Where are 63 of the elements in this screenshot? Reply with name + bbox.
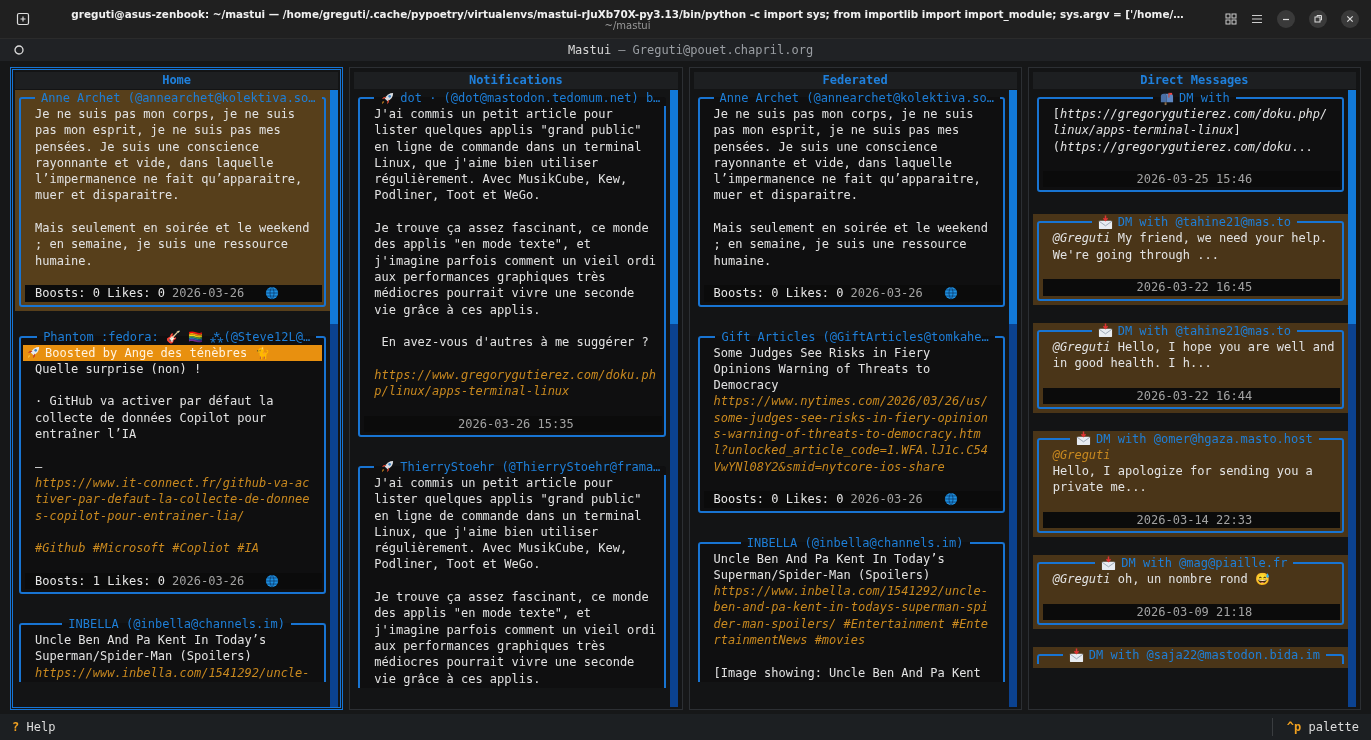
post-date: 2026-03-22 16:44 [1136, 387, 1253, 404]
post-row[interactable]: DM with @omer@hgaza.masto.host @Greguti Hello, I apologize for sending you a private me... 2026-03-14 22:33 [1032, 430, 1348, 538]
post-row[interactable]: DM with @tahine21@mas.to @Greguti Hello, I hope you are well and in good health. I h... 2026-03-22 16:44 [1032, 322, 1348, 413]
help-button[interactable]: ? Help [8, 718, 60, 736]
post-text: Je ne suis pas mon corps, je ne suis pas mon esprit, je ne suis pas mes pensées. Je suis une conscience rayonnante et vide, dans laquelle l’impermanence ne fait qu’apparaitre, muer et disparaitre. [35, 106, 304, 204]
post-row[interactable]: DM with [https://gregorygutierez.com/doku.php/linux/apps-terminal-linux](https://gregorygutierez.com/doku... 2026-03-25 15:46 [1032, 90, 1348, 197]
scrollbar-thumb[interactable] [330, 90, 339, 325]
window-title: greguti@asus-zenbook: ~/mastui — /home/greguti/.cache/pypoetry/virtualenvs/mastui-rJuXb70X-py3.13/bin/python -c import sys; from importlib import import_module; sys.argv = ['/home/… [71, 7, 1184, 20]
post-text: @Greguti My friend, we need your help. We're going through ... [1052, 230, 1329, 264]
timeline-column[interactable] [1027, 67, 1361, 710]
column-title: Direct Messages [1032, 72, 1356, 89]
account-name: Greguti@pouet.chapril.org [632, 43, 814, 57]
post-row[interactable]: DM with @mag@piaille.fr @Greguti oh, un nombre rond 😅 2026-03-09 21:18 [1032, 555, 1348, 630]
scrollbar[interactable] [330, 90, 339, 707]
envelope-icon [1101, 555, 1117, 571]
envelope-icon [1068, 647, 1084, 663]
scrollbar-thumb[interactable] [1348, 90, 1356, 325]
scrollbar-thumb[interactable] [669, 90, 678, 325]
post-date: 2026-03-22 16:45 [1136, 279, 1253, 296]
post-text: Mais seulement en soirée et le weekend ; en semaine, je suis une ressource humaine. [35, 220, 310, 269]
envelope-icon [1097, 215, 1113, 230]
scrollbar[interactable] [669, 90, 678, 707]
post-author[interactable]: DM with @tahine21@mas.to [1117, 214, 1292, 231]
post-text: Uncle Ben And Pa Kent In Today’s Superman/Spider-Man (Spoilers) [35, 632, 268, 665]
envelope-icon [1097, 323, 1113, 339]
menu-icon[interactable] [1251, 13, 1263, 25]
post-link[interactable]: @Greguti [1052, 446, 1335, 464]
post-link[interactable]: https://www.inbella.com/1541292/uncle- [35, 664, 310, 681]
post-stats: Boosts: 0 Likes: 0 [35, 285, 166, 302]
envelope-icon [1076, 431, 1091, 447]
post-author[interactable]: DM with @saja22@mastodon.bida.im [1088, 647, 1320, 664]
post-text: Hello, I apologize for sending you a private me... [1052, 463, 1314, 496]
circle-icon[interactable] [14, 45, 24, 55]
post-row[interactable]: DM with @saja22@mastodon.bida.im [1032, 647, 1348, 669]
post-date: 2026-03-25 15:46 [1136, 171, 1253, 188]
palette-button[interactable]: ^p palette [1282, 718, 1363, 736]
post-author[interactable]: DM with @mag@piaille.fr [1121, 555, 1288, 572]
scrollbar-thumb[interactable] [1008, 90, 1017, 325]
post-date: 2026-03-09 21:18 [1136, 603, 1253, 621]
close-icon[interactable] [1341, 10, 1359, 28]
post-author[interactable]: DM with [1179, 90, 1230, 106]
column-title: Notifications [354, 72, 678, 89]
mailbox-icon [1159, 90, 1175, 106]
post-author[interactable]: INBELLA (@inbella@channels.im) [68, 616, 285, 632]
post-author[interactable]: DM with @omer@hgaza.masto.host [1096, 430, 1313, 447]
post-date: 2026-03-26 [172, 285, 245, 302]
grid-icon[interactable] [1225, 13, 1237, 25]
post-date: 2026-03-14 22:33 [1136, 512, 1253, 529]
post-row[interactable]: INBELLA (@inbella@channels.im) Uncle Ben And Pa Kent In Today’s Superman/Spider-Man (Spoilers) https://www.inbella.com/1541292/uncle- [15, 616, 331, 686]
post-text: @Greguti oh, un nombre rond 😅 [1052, 571, 1272, 588]
scrollbar[interactable] [1348, 90, 1356, 707]
post-author[interactable]: DM with @tahine21@mas.to [1117, 322, 1292, 339]
app-title: Mastui [567, 43, 612, 57]
post-text: [https://gregorygutierez.com/doku.php/linux/apps-terminal-linux](https://gregorygutierez.com/doku... [1052, 106, 1329, 155]
column-title: Federated [693, 72, 1017, 89]
title-separator: — [618, 43, 626, 57]
scrollbar[interactable] [1008, 90, 1017, 707]
window-subtitle: ~/mastui [604, 19, 651, 31]
restore-icon[interactable] [1309, 10, 1327, 28]
new-tab-icon[interactable] [16, 12, 30, 26]
column-title: Home [15, 72, 339, 89]
post-text: @Greguti Hello, I hope you are well and in good health. I h... [1052, 338, 1335, 372]
post-row[interactable]: DM with @tahine21@mas.to @Greguti My friend, we need your help. We're going through ... 2026-03-22 16:45 [1032, 214, 1348, 305]
